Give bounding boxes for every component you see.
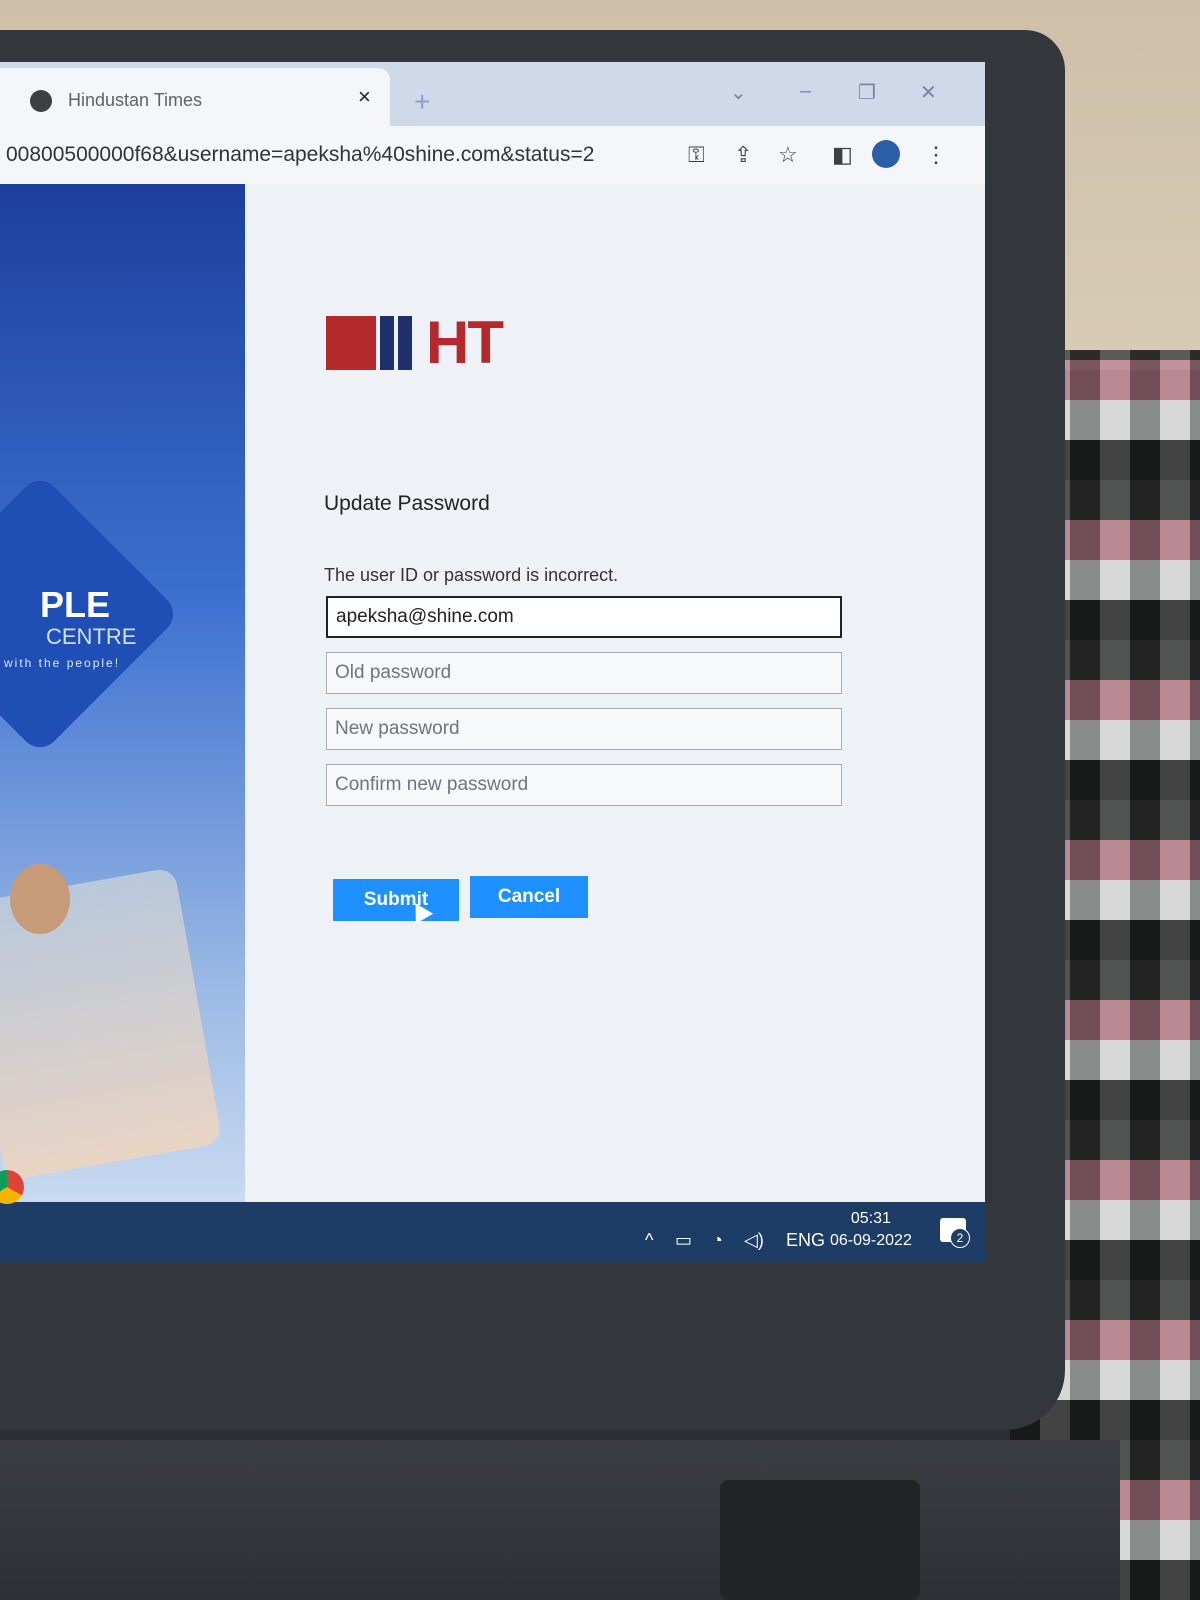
submit-button[interactable]: Submit	[333, 879, 459, 921]
profile-avatar-icon[interactable]	[872, 140, 900, 168]
side-panel-icon[interactable]: ◧	[832, 142, 853, 168]
page-content: PLE CENTRE with the people! HT Update Pa…	[0, 184, 985, 1202]
share-icon[interactable]: ⇪	[734, 142, 752, 168]
address-bar: 00800500000f68&username=apeksha%40shine.…	[0, 126, 985, 185]
battery-icon[interactable]: ▭	[675, 1230, 692, 1251]
confirm-password-field[interactable]	[326, 764, 842, 806]
cancel-button[interactable]: Cancel	[470, 876, 588, 918]
new-tab-button[interactable]: +	[414, 86, 430, 118]
globe-icon	[30, 90, 52, 112]
tab-strip: Hindustan Times × + ⌄ – ❐ ✕	[0, 62, 985, 126]
brand-side-panel: PLE CENTRE with the people!	[0, 184, 245, 1202]
wifi-icon[interactable]: ◔	[712, 1230, 723, 1251]
volume-icon[interactable]: ◁)	[744, 1230, 764, 1251]
tab-close-button[interactable]: ×	[358, 84, 371, 110]
laptop-base	[0, 1440, 1120, 1600]
error-message: The user ID or password is incorrect.	[324, 565, 619, 585]
minimize-icon[interactable]: –	[800, 80, 811, 103]
close-window-icon[interactable]: ✕	[920, 80, 937, 105]
laptop-hinge	[720, 1480, 920, 1600]
notification-count-badge: 2	[950, 1228, 970, 1248]
chevron-down-icon[interactable]: ⌄	[730, 80, 747, 105]
tab-title: Hindustan Times	[68, 90, 203, 110]
person-head	[10, 864, 70, 934]
ht-logo-text: HT	[426, 309, 504, 376]
tray-chevron-up-icon[interactable]: ^	[645, 1230, 653, 1251]
laptop-screen: Hindustan Times × + ⌄ – ❐ ✕ 00800500000f…	[0, 62, 985, 1262]
taskbar: ^ ▭ ◔ ◁) ENG 05:31 06-09-2022 2	[0, 1202, 985, 1262]
page-title: Update Password	[324, 492, 490, 515]
more-menu-icon[interactable]: ⋮	[925, 142, 947, 168]
taskbar-clock[interactable]: 05:31 06-09-2022	[830, 1208, 912, 1252]
tab-hindustan-times[interactable]: Hindustan Times ×	[0, 68, 390, 126]
language-indicator[interactable]: ENG	[786, 1230, 825, 1251]
old-password-field[interactable]	[326, 652, 842, 694]
new-password-field[interactable]	[326, 708, 842, 750]
brand-ple-text: PLE	[40, 584, 111, 625]
username-field[interactable]	[326, 596, 842, 638]
ht-logo: HT	[326, 309, 536, 376]
url-field[interactable]: 00800500000f68&username=apeksha%40shine.…	[0, 138, 696, 172]
key-icon[interactable]: ⚿	[688, 142, 705, 168]
brand-centre-text: CENTRE	[46, 624, 137, 649]
clock-time: 05:31	[850, 1210, 891, 1227]
restore-icon[interactable]: ❐	[858, 80, 876, 105]
clock-date: 06-09-2022	[830, 1232, 912, 1249]
brand-tagline: with the people!	[4, 656, 121, 670]
bookmark-star-icon[interactable]: ☆	[778, 142, 798, 168]
